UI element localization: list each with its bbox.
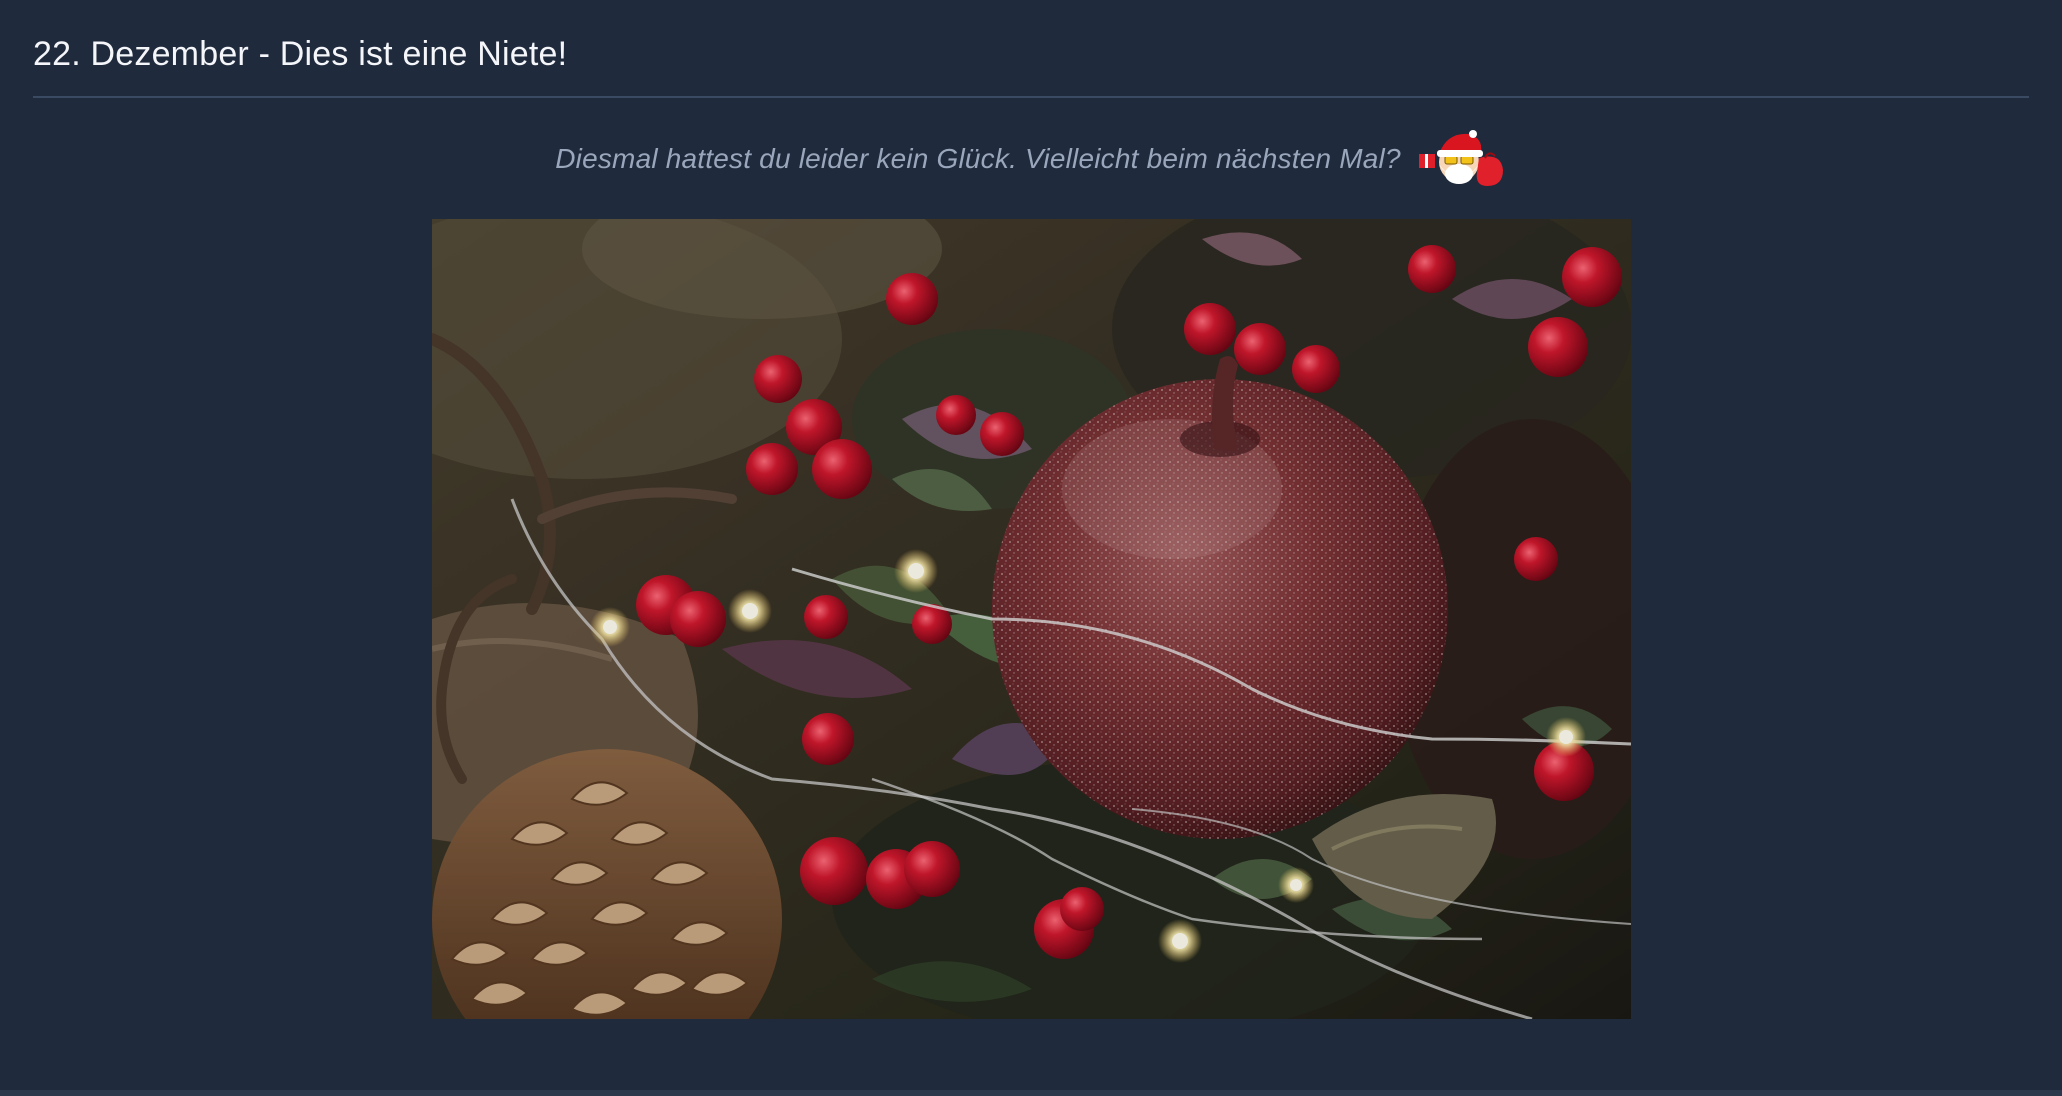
message-row: Diesmal hattest du leider kein Glück. Vi… [0, 126, 2062, 192]
page: 22. Dezember - Dies ist eine Niete! Dies… [0, 0, 2062, 1096]
no-luck-message: Diesmal hattest du leider kein Glück. Vi… [555, 143, 1401, 174]
christmas-photo [432, 219, 1631, 1019]
bottom-divider [0, 1090, 2062, 1096]
santa-with-gift-icon [1418, 130, 1503, 186]
page-title: 22. Dezember - Dies ist eine Niete! [33, 35, 568, 73]
page-header: 22. Dezember - Dies ist eine Niete! [33, 28, 2029, 98]
photo-illustration [432, 219, 1631, 1019]
